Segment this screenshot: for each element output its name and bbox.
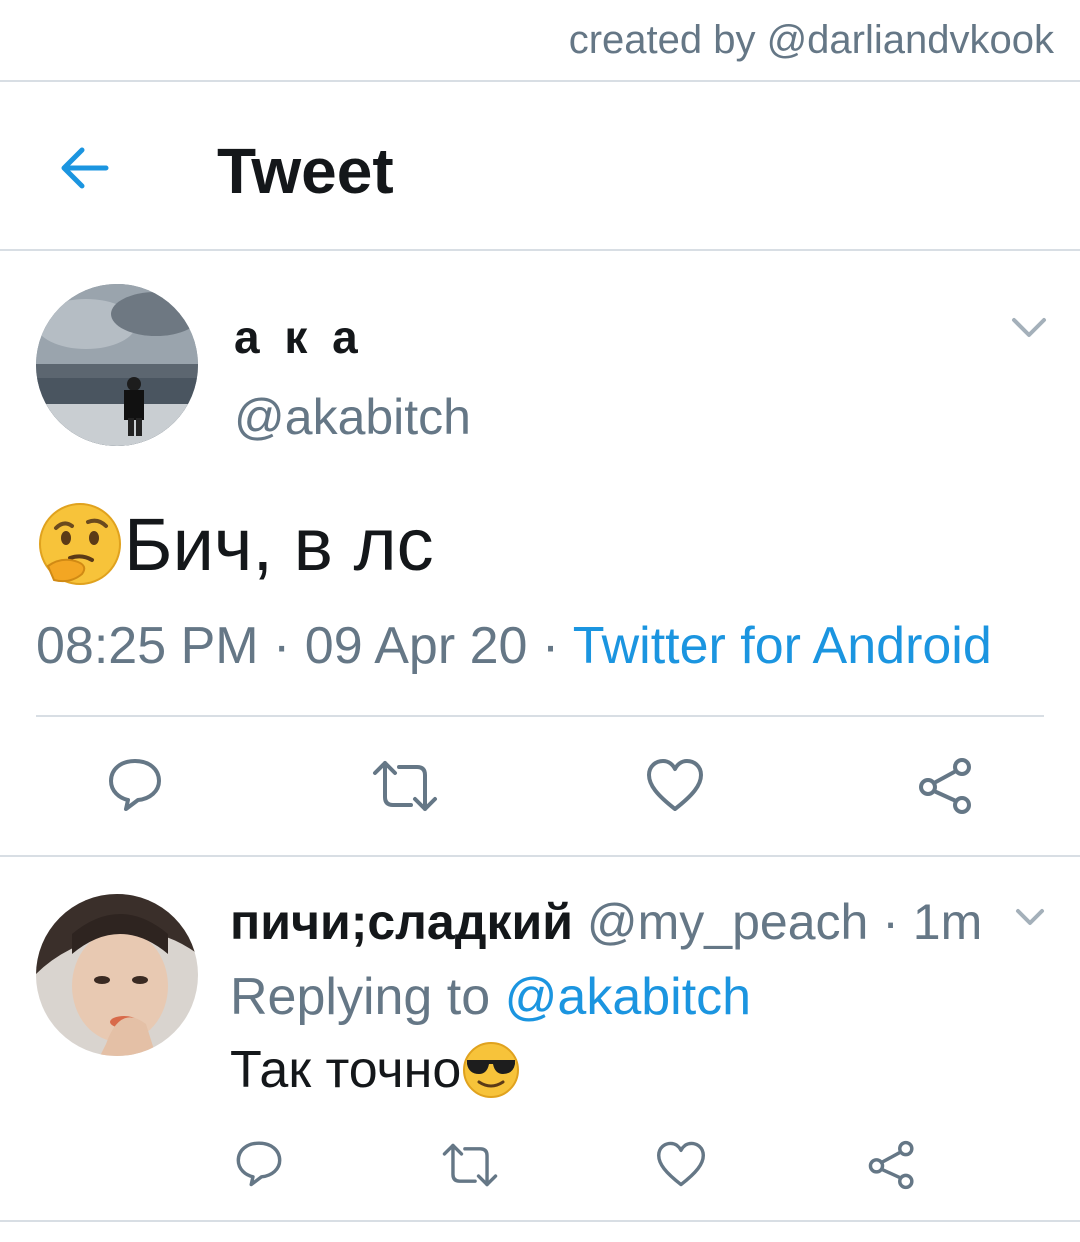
reply-avatar[interactable] xyxy=(36,894,198,1056)
reply-actions xyxy=(0,1138,1080,1190)
tweet-display-name[interactable]: а к а xyxy=(234,310,364,364)
back-button[interactable] xyxy=(56,140,112,196)
tweet-source-link[interactable]: Twitter for Android xyxy=(573,617,992,675)
tweet-text: Бич, в лс xyxy=(36,500,434,588)
page-title: Tweet xyxy=(217,135,394,207)
reply-icon xyxy=(109,759,161,811)
share-button[interactable] xyxy=(916,757,976,820)
tweet-time: 08:25 PM xyxy=(36,617,259,675)
retweet-icon xyxy=(373,761,437,811)
share-icon xyxy=(919,758,971,814)
reply-display-name[interactable]: пичи;сладкий xyxy=(230,894,573,950)
chevron-down-icon xyxy=(1016,909,1044,925)
tweet-meta: 08:25 PM · 09 Apr 20 · Twitter for Andro… xyxy=(36,616,992,676)
retweet-icon xyxy=(442,1143,498,1187)
reply-button[interactable] xyxy=(234,1138,284,1193)
more-options-button[interactable] xyxy=(1010,314,1048,347)
meta-separator: · xyxy=(527,617,573,675)
share-button[interactable] xyxy=(866,1140,918,1195)
divider xyxy=(36,715,1044,717)
replying-to-handle-link[interactable]: @akabitch xyxy=(505,968,751,1026)
tweet-actions xyxy=(0,755,1080,815)
sunglasses-face-emoji xyxy=(463,1042,520,1098)
heart-icon xyxy=(657,1141,705,1187)
replying-to: Replying to @akabitch xyxy=(230,967,751,1027)
like-button[interactable] xyxy=(645,757,705,818)
reply-more-options-button[interactable] xyxy=(1014,906,1046,935)
reply-text: Так точно xyxy=(230,1040,521,1100)
tweet-handle[interactable]: @akabitch xyxy=(234,388,471,446)
chevron-down-icon xyxy=(1012,318,1046,337)
tweet-text-content: Бич, в лс xyxy=(124,502,434,586)
arrow-left-icon xyxy=(61,147,109,189)
reply-time: 1m xyxy=(912,894,983,950)
divider xyxy=(0,855,1080,857)
divider xyxy=(0,249,1080,251)
like-button[interactable] xyxy=(655,1140,707,1193)
meta-separator: · xyxy=(868,894,913,950)
reply-header: пичи;сладкий @my_peach · 1m xyxy=(230,893,982,951)
heart-icon xyxy=(647,759,703,811)
thinking-face-emoji xyxy=(39,503,121,585)
share-icon xyxy=(868,1140,914,1190)
divider xyxy=(0,1220,1080,1222)
reply-icon xyxy=(236,1141,282,1187)
reply-handle[interactable]: @my_peach xyxy=(587,894,868,950)
retweet-button[interactable] xyxy=(371,759,439,818)
divider xyxy=(0,80,1080,82)
credit-watermark: created by @darliandvkook xyxy=(568,18,1054,62)
reply-text-content: Так точно xyxy=(230,1041,462,1099)
meta-separator: · xyxy=(258,617,305,675)
retweet-button[interactable] xyxy=(441,1142,499,1193)
replying-to-prefix: Replying to xyxy=(230,968,505,1026)
tweet-date: 09 Apr 20 xyxy=(304,617,528,675)
avatar[interactable] xyxy=(36,284,198,446)
reply-button[interactable] xyxy=(106,755,164,818)
